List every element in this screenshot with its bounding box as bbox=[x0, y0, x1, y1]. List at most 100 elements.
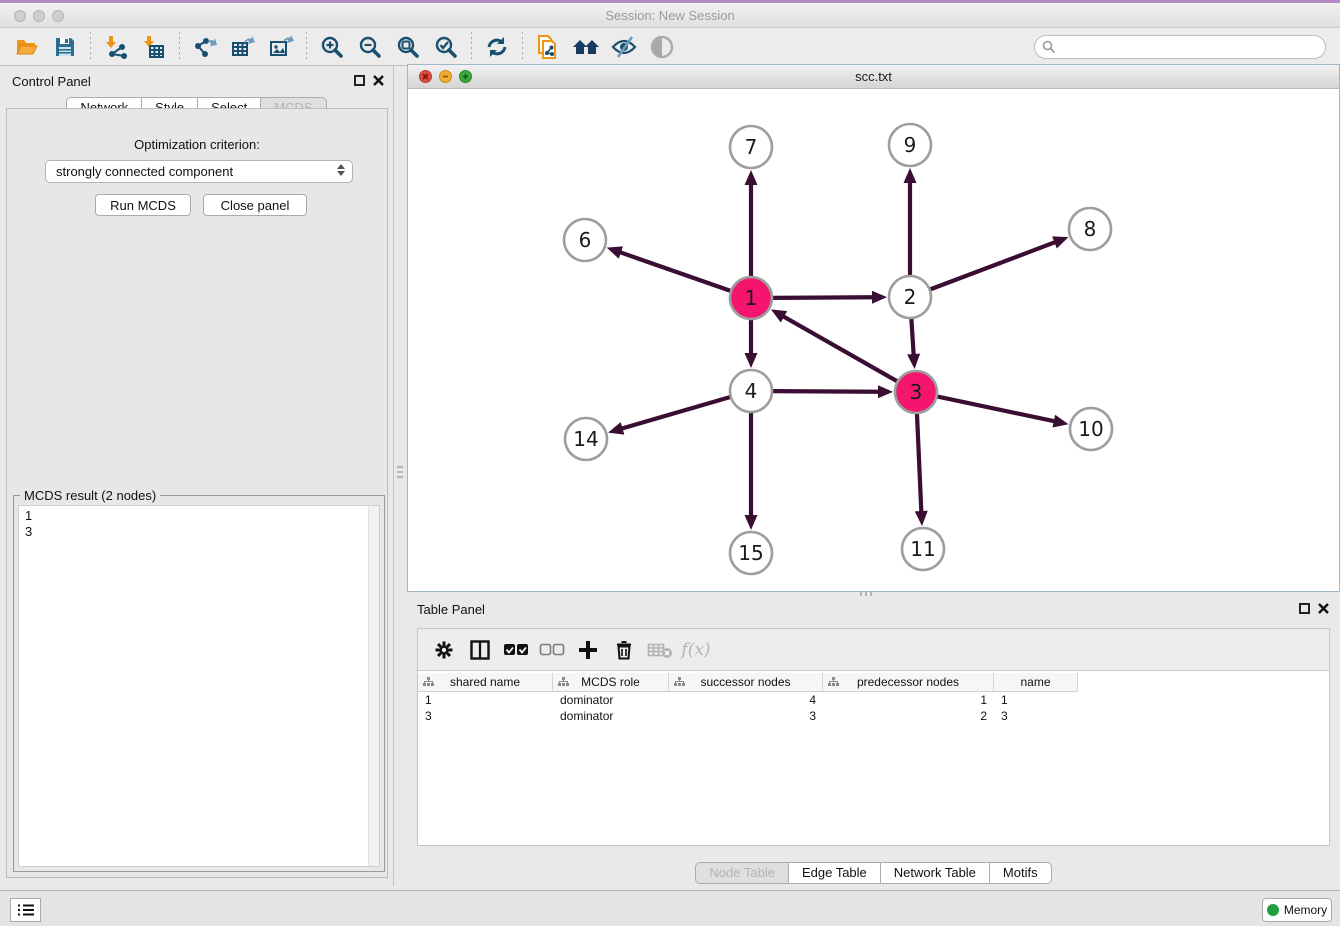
search-input[interactable] bbox=[1034, 35, 1326, 59]
node-label: 10 bbox=[1078, 417, 1103, 441]
close-table-panel-icon[interactable] bbox=[1317, 602, 1330, 615]
graph-node-1[interactable]: 1 bbox=[730, 277, 772, 319]
graph-edge-4-3[interactable] bbox=[773, 391, 879, 392]
edge-arrowhead bbox=[607, 246, 623, 258]
hide-selected-icon[interactable] bbox=[605, 31, 643, 63]
minimize-view-button[interactable] bbox=[439, 70, 452, 83]
table-cell: 3 bbox=[669, 708, 823, 724]
apply-layout-icon[interactable] bbox=[478, 31, 516, 63]
table-toolbar: f(x) bbox=[418, 629, 1329, 671]
network-view-title: scc.txt bbox=[408, 65, 1339, 88]
graph-edge-3-11[interactable] bbox=[917, 414, 921, 512]
column-header-shared-name[interactable]: shared name bbox=[418, 673, 553, 692]
close-view-button[interactable] bbox=[419, 70, 432, 83]
table-row[interactable]: 3dominator323 bbox=[418, 708, 1329, 724]
network-view-window: scc.txt 7 9 6 8 1 2 4 3 14 10 15 11 bbox=[407, 64, 1340, 592]
zoom-in-icon[interactable] bbox=[313, 31, 351, 63]
save-session-icon[interactable] bbox=[46, 31, 84, 63]
node-label: 1 bbox=[745, 286, 758, 310]
graph-node-7[interactable]: 7 bbox=[730, 126, 772, 168]
graph-edge-1-2[interactable] bbox=[773, 297, 873, 298]
function-builder-icon[interactable]: f(x) bbox=[678, 634, 714, 666]
table-cell: 3 bbox=[418, 708, 553, 724]
graph-edge-2-8[interactable] bbox=[931, 242, 1056, 289]
new-column-icon[interactable] bbox=[570, 634, 606, 666]
graph-node-9[interactable]: 9 bbox=[889, 124, 931, 166]
tab-edge-table[interactable]: Edge Table bbox=[789, 862, 881, 884]
table-options-icon[interactable] bbox=[426, 634, 462, 666]
graph-node-4[interactable]: 4 bbox=[730, 370, 772, 412]
column-header-successor-nodes[interactable]: successor nodes bbox=[669, 673, 823, 692]
graph-edge-4-14[interactable] bbox=[622, 397, 730, 429]
table-cell: 2 bbox=[823, 708, 994, 724]
graph-edge-3-1[interactable] bbox=[783, 316, 897, 381]
export-image-icon[interactable] bbox=[262, 31, 300, 63]
toolbar-separator bbox=[522, 32, 523, 62]
maximize-window-button[interactable] bbox=[52, 10, 64, 22]
first-neighbors-icon[interactable] bbox=[567, 31, 605, 63]
open-session-icon[interactable] bbox=[8, 31, 46, 63]
maximize-view-button[interactable] bbox=[459, 70, 472, 83]
column-header-MCDS-role[interactable]: MCDS role bbox=[553, 673, 669, 692]
export-network-icon[interactable] bbox=[186, 31, 224, 63]
import-table-icon[interactable] bbox=[135, 31, 173, 63]
mcds-panel: Optimization criterion: strongly connect… bbox=[6, 108, 388, 878]
network-graph-canvas[interactable]: 7 9 6 8 1 2 4 3 14 10 15 11 bbox=[408, 89, 1339, 591]
graph-node-3[interactable]: 3 bbox=[895, 371, 937, 413]
graph-node-8[interactable]: 8 bbox=[1069, 208, 1111, 250]
show-hide-columns-icon[interactable] bbox=[462, 634, 498, 666]
column-header-name[interactable]: name bbox=[994, 673, 1078, 692]
table-header-row: shared name MCDS role successor nodesprede… bbox=[418, 673, 1329, 692]
tab-network-table[interactable]: Network Table bbox=[881, 862, 990, 884]
run-mcds-button[interactable]: Run MCDS bbox=[95, 194, 191, 216]
memory-button[interactable]: Memory bbox=[1262, 898, 1332, 922]
tab-motifs[interactable]: Motifs bbox=[990, 862, 1052, 884]
tab-node-table[interactable]: Node Table bbox=[695, 862, 789, 884]
edge-arrowhead bbox=[745, 170, 758, 185]
select-all-icon[interactable] bbox=[498, 634, 534, 666]
vertical-splitter-grip[interactable] bbox=[397, 466, 403, 480]
float-panel-icon[interactable] bbox=[354, 75, 365, 86]
graph-node-6[interactable]: 6 bbox=[564, 219, 606, 261]
control-panel: Control Panel NetworkStyleSelectMCDS Opt… bbox=[0, 66, 394, 886]
close-panel-icon[interactable] bbox=[372, 74, 385, 87]
delete-table-icon[interactable] bbox=[642, 634, 678, 666]
zoom-selected-icon[interactable] bbox=[427, 31, 465, 63]
edge-arrowhead bbox=[608, 422, 624, 434]
graph-edge-2-3[interactable] bbox=[911, 319, 913, 355]
clone-network-icon[interactable] bbox=[529, 31, 567, 63]
minimize-window-button[interactable] bbox=[33, 10, 45, 22]
mcds-result-values: 1 3 bbox=[25, 508, 32, 539]
close-window-button[interactable] bbox=[14, 10, 26, 22]
deselect-all-icon[interactable] bbox=[534, 634, 570, 666]
graph-node-15[interactable]: 15 bbox=[730, 532, 772, 574]
optimization-criterion-select[interactable]: strongly connected component bbox=[45, 160, 353, 183]
float-table-panel-icon[interactable] bbox=[1299, 603, 1310, 614]
graph-node-11[interactable]: 11 bbox=[902, 528, 944, 570]
export-table-icon[interactable] bbox=[224, 31, 262, 63]
criterion-value: strongly connected component bbox=[56, 164, 233, 179]
edge-arrowhead bbox=[745, 515, 758, 530]
table-cell: 4 bbox=[669, 692, 823, 708]
show-all-icon[interactable] bbox=[643, 31, 681, 63]
mcds-result-fieldset: MCDS result (2 nodes) 1 3 bbox=[13, 495, 385, 872]
graph-edge-1-6[interactable] bbox=[620, 252, 730, 291]
graph-edge-3-10[interactable] bbox=[938, 397, 1055, 422]
graph-node-2[interactable]: 2 bbox=[889, 276, 931, 318]
node-label: 2 bbox=[904, 285, 917, 309]
mcds-result-list[interactable]: 1 3 bbox=[18, 505, 380, 867]
graph-node-10[interactable]: 10 bbox=[1070, 408, 1112, 450]
column-label: MCDS role bbox=[581, 675, 640, 689]
column-header-predecessor-nodes[interactable]: predecessor nodes bbox=[823, 673, 994, 692]
column-label: name bbox=[1020, 675, 1050, 689]
list-icon bbox=[17, 903, 35, 917]
result-scrollbar[interactable] bbox=[368, 506, 379, 866]
import-network-icon[interactable] bbox=[97, 31, 135, 63]
delete-columns-icon[interactable] bbox=[606, 634, 642, 666]
zoom-fit-icon[interactable] bbox=[389, 31, 427, 63]
table-row[interactable]: 1dominator411 bbox=[418, 692, 1329, 708]
close-panel-button[interactable]: Close panel bbox=[203, 194, 307, 216]
zoom-out-icon[interactable] bbox=[351, 31, 389, 63]
task-history-button[interactable] bbox=[10, 898, 41, 922]
graph-node-14[interactable]: 14 bbox=[565, 418, 607, 460]
